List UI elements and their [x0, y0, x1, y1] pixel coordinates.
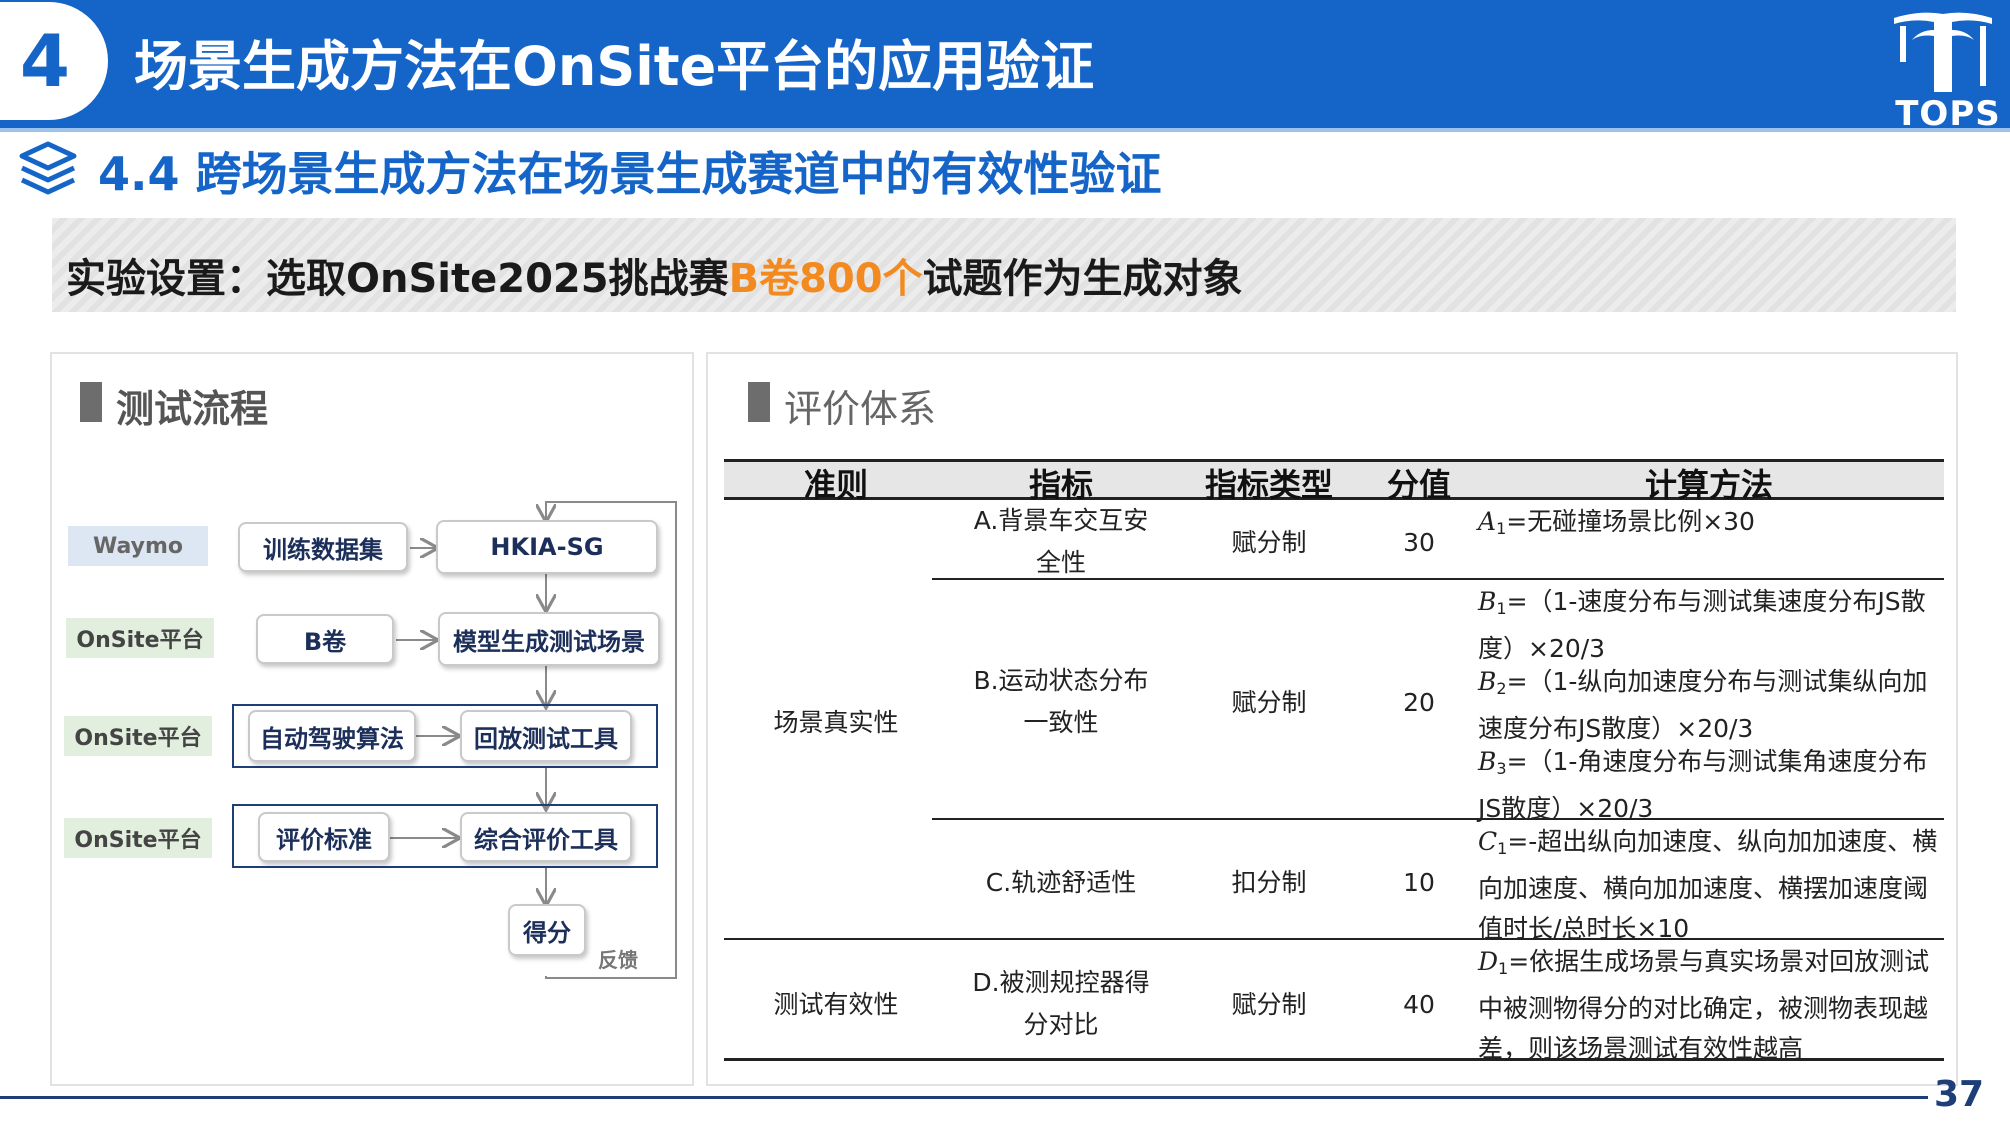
calc-b2: B2=（1-纵向加速度分布与测试集纵向加速度分布JS散度）×20/3	[1478, 662, 1940, 749]
calc-sub: 1	[1496, 519, 1507, 538]
calc-var: B	[1478, 587, 1497, 616]
row-divider	[932, 578, 1944, 580]
score-a: 30	[1403, 528, 1435, 557]
calc-b1: B1=（1-速度分布与测试集速度分布JS散度）×20/3	[1478, 582, 1940, 669]
calc-text: =无碰撞场景比例×30	[1506, 507, 1755, 536]
group-divider	[724, 938, 1944, 940]
type-b: 赋分制	[1231, 688, 1307, 717]
calc-d1: D1=依据生成场景与真实场景对回放测试中被测物得分的对比确定，被测物表现越差，则…	[1478, 942, 1940, 1069]
eval-title-bar	[748, 382, 770, 422]
replay-tool-node: 回放测试工具	[460, 710, 632, 762]
calc-text: =（1-角速度分布与测试集角速度分布JS散度）×20/3	[1478, 747, 1928, 823]
score-b: 20	[1403, 688, 1435, 717]
b-paper-node: B卷	[256, 614, 394, 664]
eval-tool-node: 综合评价工具	[460, 812, 632, 862]
footer-rule	[0, 1096, 1928, 1099]
criterion-validity: 测试有效性	[773, 990, 899, 1019]
row-divider	[932, 818, 1944, 820]
score-d: 40	[1403, 990, 1435, 1019]
criteria-node: 评价标准	[258, 812, 390, 862]
source-tag-onsite: OnSite平台	[64, 818, 212, 858]
training-dataset-node: 训练数据集	[238, 522, 408, 572]
table-bottom-rule	[724, 1058, 1944, 1061]
calc-var: B	[1478, 747, 1497, 776]
model-generated-scene-node: 模型生成测试场景	[438, 612, 660, 666]
header-calc: 计算方法	[1644, 466, 1773, 504]
source-tag-waymo: Waymo	[68, 526, 208, 566]
indicator-c: C.轨迹舒适性	[985, 868, 1137, 897]
ad-algorithm-node: 自动驾驶算法	[248, 710, 416, 762]
criterion-realism: 场景真实性	[773, 708, 899, 737]
calc-text: =-超出纵向加速度、纵向加加速度、横向加速度、横向加加速度、横摆加速度阈值时长/…	[1478, 827, 1938, 943]
calc-sub: 1	[1498, 959, 1509, 978]
setup-text: 实验设置：选取OnSite2025挑战赛B卷800个试题作为生成对象	[66, 246, 1243, 304]
score-c: 10	[1403, 868, 1435, 897]
hkia-sg-node: HKIA-SG	[436, 520, 658, 574]
setup-prefix: 实验设置：选取OnSite2025挑战赛	[66, 256, 729, 302]
calc-var: B	[1478, 667, 1497, 696]
indicator-d: D.被测规控器得分对比	[972, 968, 1150, 1039]
feedback-label: 反馈	[598, 948, 638, 972]
header-score: 分值	[1386, 466, 1451, 504]
indicator-b: B.运动状态分布一致性	[973, 666, 1149, 737]
score-node: 得分	[508, 904, 586, 956]
eval-panel-title: 评价体系	[784, 387, 937, 431]
source-tag-onsite: OnSite平台	[66, 618, 214, 658]
header-criterion: 准则	[803, 466, 868, 504]
header-divider	[0, 128, 2010, 132]
source-tag-onsite: OnSite平台	[64, 716, 212, 756]
calc-text: =（1-速度分布与测试集速度分布JS散度）×20/3	[1478, 587, 1926, 663]
calc-sub: 2	[1496, 679, 1507, 698]
indicator-a: A.背景车交互安全性	[973, 506, 1149, 577]
type-d: 赋分制	[1231, 990, 1307, 1019]
page-number: 37	[1934, 1074, 1985, 1115]
type-c: 扣分制	[1231, 868, 1307, 897]
calc-var: A	[1478, 507, 1497, 536]
section-title: 4.4 跨场景生成方法在场景生成赛道中的有效性验证	[98, 147, 1162, 201]
calc-var: D	[1478, 947, 1499, 976]
calc-sub: 1	[1497, 839, 1508, 858]
calc-text: =（1-纵向加速度分布与测试集纵向加速度分布JS散度）×20/3	[1478, 667, 1928, 743]
header-type: 指标类型	[1204, 466, 1333, 504]
logo-text: TOPS	[1895, 94, 2001, 134]
calc-sub: 1	[1496, 599, 1507, 618]
section-number: 4	[19, 19, 70, 103]
calc-text: =依据生成场景与真实场景对回放测试中被测物得分的对比确定，被测物表现越差，则该场…	[1478, 947, 1930, 1063]
setup-suffix: 试题作为生成对象	[922, 256, 1243, 302]
calc-a1: A1=无碰撞场景比例×30	[1478, 502, 1940, 549]
type-a: 赋分制	[1231, 528, 1307, 557]
calc-sub: 3	[1496, 759, 1507, 778]
layers-icon	[19, 141, 77, 195]
calc-var: C	[1478, 827, 1498, 856]
page-title: 场景生成方法在OnSite平台的应用验证	[134, 35, 1095, 98]
calc-c1: C1=-超出纵向加速度、纵向加加速度、横向加速度、横向加加速度、横摆加速度阈值时…	[1478, 822, 1944, 949]
calc-b3: B3=（1-角速度分布与测试集角速度分布JS散度）×20/3	[1478, 742, 1940, 829]
setup-highlight: B卷800个	[728, 256, 923, 302]
